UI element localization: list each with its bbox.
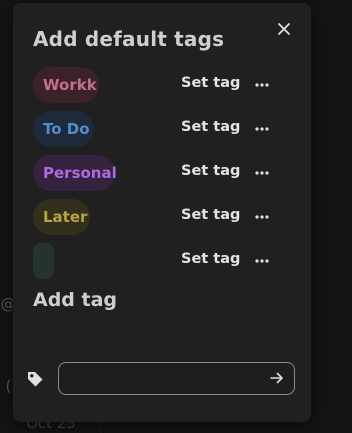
set-tag-button[interactable]: Set tag xyxy=(181,75,240,91)
screen: k@ k ( Oct 23 Add default tags Workk Set… xyxy=(0,0,352,433)
tag-chip-empty[interactable] xyxy=(33,243,54,279)
close-icon xyxy=(278,23,290,35)
tag-chip-label: Workk xyxy=(43,76,97,94)
set-tag-button[interactable]: Set tag xyxy=(181,207,240,223)
background-text-fragment: k ( xyxy=(0,377,12,395)
tag-chip-personal[interactable]: Personal xyxy=(33,155,117,191)
tag-chip-label: To Do xyxy=(43,120,90,138)
close-button[interactable] xyxy=(274,19,294,39)
more-horizontal-icon xyxy=(255,259,269,263)
more-horizontal-icon xyxy=(255,171,269,175)
new-tag-input[interactable] xyxy=(69,367,263,391)
more-horizontal-icon xyxy=(255,215,269,219)
set-tag-button[interactable]: Set tag xyxy=(181,251,240,267)
more-options-button[interactable] xyxy=(254,165,270,181)
add-default-tags-dialog: Add default tags Workk Set tag To Do Set… xyxy=(13,3,311,422)
tag-chip-later[interactable]: Later xyxy=(33,199,90,235)
tag-icon xyxy=(28,372,43,387)
more-options-button[interactable] xyxy=(254,121,270,137)
tag-row: Workk Set tag xyxy=(33,67,283,103)
more-options-button[interactable] xyxy=(254,253,270,269)
tag-chip-workk[interactable]: Workk xyxy=(33,67,99,103)
tag-chip-label: Personal xyxy=(43,164,117,182)
more-options-button[interactable] xyxy=(254,77,270,93)
more-horizontal-icon xyxy=(255,83,269,87)
submit-tag-button[interactable] xyxy=(268,369,286,387)
arrow-right-icon xyxy=(270,372,283,384)
set-tag-button[interactable]: Set tag xyxy=(181,119,240,135)
set-tag-button[interactable]: Set tag xyxy=(181,163,240,179)
tag-row: To Do Set tag xyxy=(33,111,283,147)
tag-chip-to-do[interactable]: To Do xyxy=(33,111,94,147)
more-options-button[interactable] xyxy=(254,209,270,225)
tag-row: Personal Set tag xyxy=(33,155,283,191)
new-tag-input-box xyxy=(58,362,295,395)
tag-row: Later Set tag xyxy=(33,199,283,235)
tag-chip-label: Later xyxy=(43,208,88,226)
more-horizontal-icon xyxy=(255,127,269,131)
add-tag-heading: Add tag xyxy=(33,289,118,311)
dialog-title: Add default tags xyxy=(33,27,225,51)
tag-row: Set tag xyxy=(33,243,283,279)
